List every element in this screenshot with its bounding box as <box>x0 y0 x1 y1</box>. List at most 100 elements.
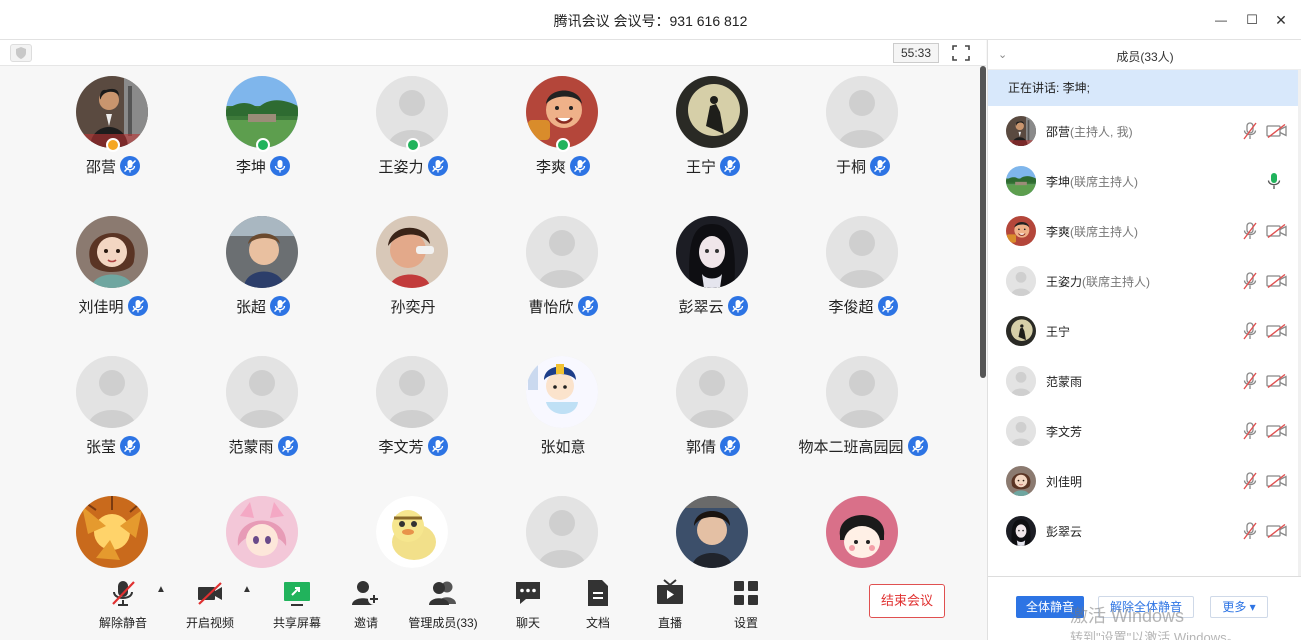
more-options-button[interactable]: 更多 ▾ <box>1210 596 1268 618</box>
participant-tile[interactable]: 张超 <box>188 206 338 346</box>
participant-tile[interactable] <box>488 486 638 570</box>
participant-tile[interactable]: 孙奕丹 <box>338 206 488 346</box>
muted-mic-icon <box>112 581 135 606</box>
member-name-row: 李文芳 <box>1046 423 1082 440</box>
maximize-button[interactable]: ☐ <box>1238 8 1266 32</box>
member-avatar <box>1006 366 1036 396</box>
chat-button[interactable]: 聊天 <box>493 578 563 638</box>
participant-tile[interactable]: 于桐 <box>788 66 938 206</box>
participant-tile[interactable]: 彭翠云 <box>638 206 788 346</box>
video-off-icon[interactable] <box>1266 423 1288 439</box>
invite-button[interactable]: 邀请 <box>331 578 401 638</box>
participant-tile[interactable]: 邵营 <box>38 66 188 206</box>
participant-tile[interactable] <box>38 486 188 570</box>
video-off-icon[interactable] <box>1266 523 1288 539</box>
participant-tile[interactable]: 张如意 <box>488 346 638 486</box>
participant-tile[interactable]: 范蒙雨 <box>188 346 338 486</box>
video-off-icon[interactable] <box>1266 123 1288 139</box>
participant-avatar <box>526 496 598 568</box>
muted-mic-icon <box>120 156 140 176</box>
member-row[interactable]: 王宁 <box>988 306 1298 356</box>
participant-tile[interactable]: 曹怡欣 <box>488 206 638 346</box>
participant-tile[interactable]: 李爽 <box>488 66 638 206</box>
video-off-icon[interactable] <box>1266 473 1288 489</box>
video-off-icon[interactable] <box>1266 273 1288 289</box>
participant-name: 李俊超 <box>828 299 874 316</box>
muted-mic-icon[interactable] <box>1242 272 1258 290</box>
participant-avatar <box>226 216 298 288</box>
video-options-caret-icon[interactable]: ▲ <box>242 584 252 595</box>
host-badge-icon <box>106 138 120 152</box>
member-row[interactable]: 李文芳 <box>988 406 1298 456</box>
manage-members-button[interactable]: 管理成员(33) <box>403 578 483 638</box>
security-shield-icon[interactable] <box>10 44 32 62</box>
activation-watermark-hint: 转到"设置"以激活 Windows。 <box>1070 630 1240 640</box>
participant-tile[interactable]: 王宁 <box>638 66 788 206</box>
participant-tile[interactable] <box>338 486 488 570</box>
speaking-mic-icon[interactable] <box>1266 172 1282 190</box>
participant-tile[interactable]: 物本二班高园园 <box>788 346 938 486</box>
participant-name: 李文芳 <box>378 439 424 456</box>
muted-mic-icon <box>907 436 928 456</box>
muted-mic-icon[interactable] <box>1242 522 1258 540</box>
participant-avatar <box>76 216 148 288</box>
settings-button[interactable]: 设置 <box>711 578 781 638</box>
member-row[interactable]: 彭翠云 <box>988 506 1298 556</box>
participant-tile[interactable]: 李坤 <box>188 66 338 206</box>
participant-tile[interactable]: 张莹 <box>38 346 188 486</box>
muted-mic-icon[interactable] <box>1242 422 1258 440</box>
minimize-button[interactable]: — <box>1207 8 1235 32</box>
audio-options-caret-icon[interactable]: ▲ <box>156 584 166 595</box>
participant-name-row: 物本二班高园园 <box>778 436 948 457</box>
member-avatar <box>1006 466 1036 496</box>
share-screen-icon <box>284 582 310 606</box>
member-row[interactable]: 邵营(主持人, 我) <box>988 106 1298 156</box>
video-off-icon[interactable] <box>1266 373 1288 389</box>
end-meeting-button[interactable]: 结束会议 <box>869 584 945 618</box>
cohost-badge-icon <box>256 138 270 152</box>
participant-tile[interactable]: 李文芳 <box>338 346 488 486</box>
participant-tile[interactable] <box>188 486 338 570</box>
participant-tile[interactable] <box>788 486 938 570</box>
activation-watermark: 激活 Windows <box>1070 606 1185 626</box>
settings-grid-icon <box>734 581 758 605</box>
start-video-button[interactable]: 开启视频 <box>175 578 245 638</box>
participant-avatar <box>526 216 598 288</box>
participant-avatar <box>376 496 448 568</box>
member-row[interactable]: 李爽(联席主持人) <box>988 206 1298 256</box>
muted-mic-icon[interactable] <box>1242 322 1258 340</box>
muted-mic-icon <box>870 156 890 176</box>
participant-tile[interactable] <box>638 486 788 570</box>
member-row[interactable]: 李坤(联席主持人) <box>988 156 1298 206</box>
chat-icon <box>516 582 540 604</box>
muted-mic-icon[interactable] <box>1242 472 1258 490</box>
docs-button[interactable]: 文档 <box>563 578 633 638</box>
participant-name-row: 李坤 <box>178 156 348 177</box>
manage-members-label: 管理成员(33) <box>408 616 478 630</box>
member-row[interactable]: 王姿力(联席主持人) <box>988 256 1298 306</box>
muted-mic-icon[interactable] <box>1242 122 1258 140</box>
muted-mic-icon <box>570 156 590 176</box>
close-button[interactable]: ✕ <box>1267 8 1295 32</box>
video-off-icon[interactable] <box>1266 323 1288 339</box>
grid-scrollbar[interactable] <box>980 66 986 378</box>
live-button[interactable]: 直播 <box>635 578 705 638</box>
member-list: 邵营(主持人, 我) 李坤(联席主持人) 李爽(联席主持人) 王姿力(联席主持人) 王… <box>988 106 1298 576</box>
unmute-button[interactable]: 解除静音 <box>88 578 158 638</box>
fullscreen-icon[interactable] <box>951 44 971 62</box>
video-off-icon[interactable] <box>1266 223 1288 239</box>
participant-avatar <box>826 76 898 148</box>
muted-mic-icon[interactable] <box>1242 372 1258 390</box>
participant-avatar <box>826 496 898 568</box>
participant-avatar <box>376 216 448 288</box>
participant-name: 李爽 <box>535 159 566 176</box>
participant-tile[interactable]: 刘佳明 <box>38 206 188 346</box>
muted-mic-icon[interactable] <box>1242 222 1258 240</box>
participant-tile[interactable]: 李俊超 <box>788 206 938 346</box>
participant-tile[interactable]: 郭倩 <box>638 346 788 486</box>
share-screen-button[interactable]: 共享屏幕 <box>262 578 332 638</box>
participant-tile[interactable]: 王姿力 <box>338 66 488 206</box>
member-row[interactable]: 刘佳明 <box>988 456 1298 506</box>
member-avatar <box>1006 266 1036 296</box>
member-row[interactable]: 范蒙雨 <box>988 356 1298 406</box>
